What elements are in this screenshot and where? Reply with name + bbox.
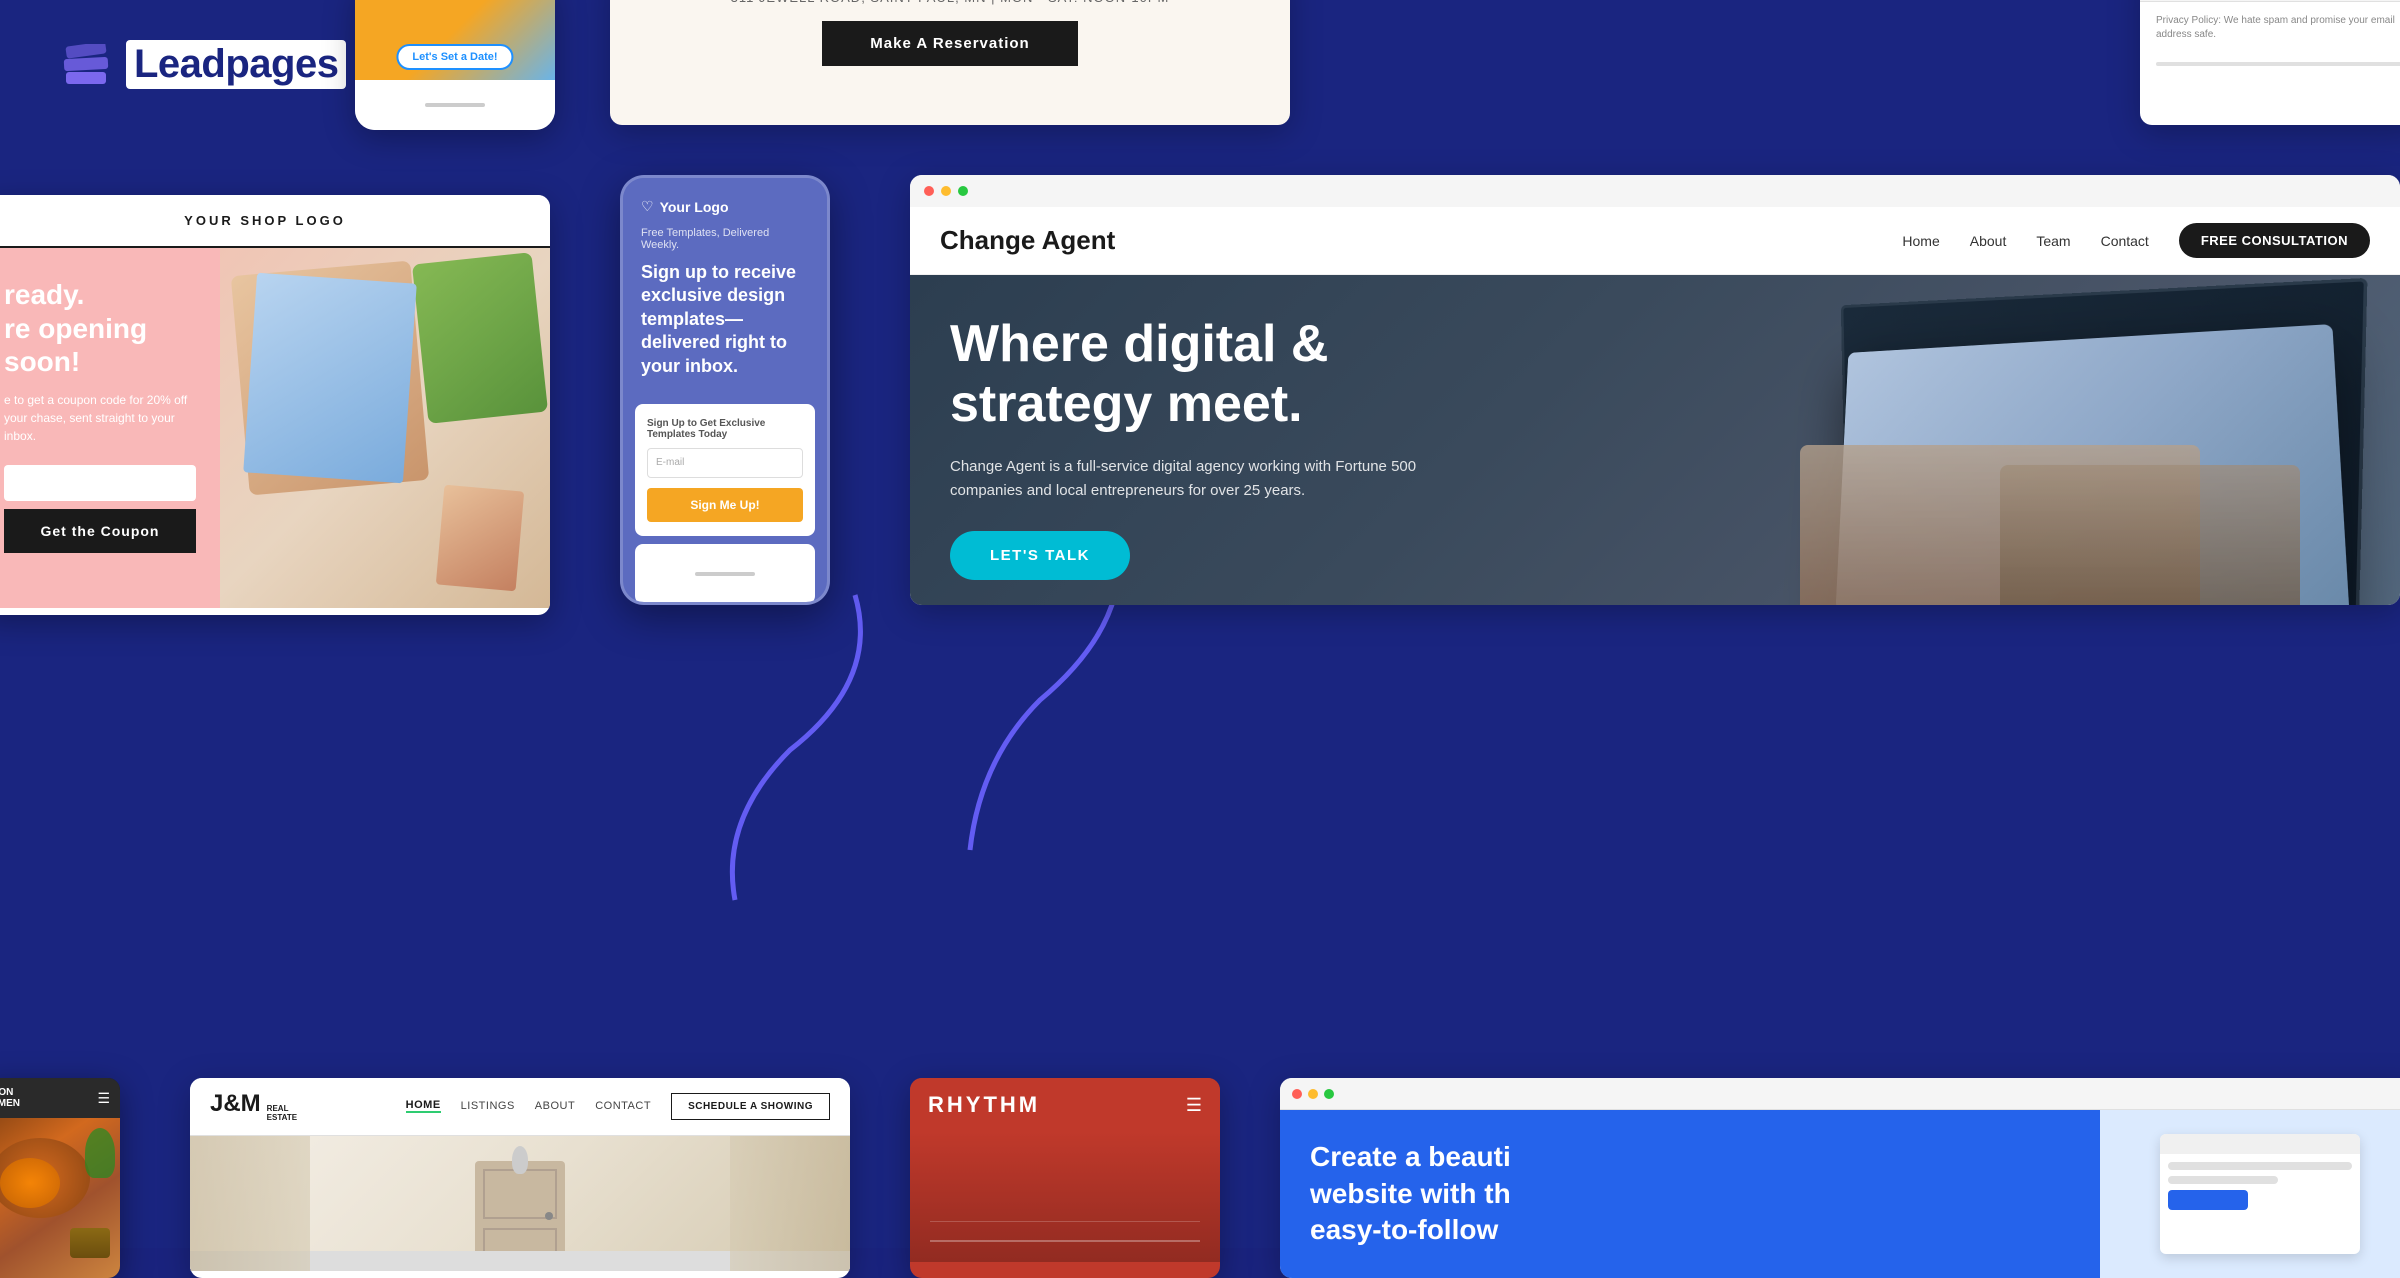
sign-me-up-button[interactable]: Sign Me Up! [647, 488, 803, 522]
nav-listings[interactable]: LISTINGS [461, 1100, 515, 1112]
mobile-dating-card: Let's Set a Date! [355, 0, 555, 130]
nav-home[interactable]: Home [1902, 233, 1939, 249]
get-coupon-button[interactable]: Get the Coupon [4, 509, 196, 553]
change-agent-headline: Where digital & strategy meet. [950, 315, 1450, 435]
food-card: MON OMEN ☰ [0, 1078, 120, 1278]
realestate-logo-jm: J&M [210, 1090, 261, 1118]
food-logo-line2: OMEN [0, 1098, 20, 1109]
logo-text: Leadpages [126, 40, 346, 89]
privacy-text: Privacy Policy: We hate spam and promise… [2156, 14, 2400, 42]
mobile-signup-card: ♡ Your Logo Free Templates, Delivered We… [620, 175, 830, 605]
website-builder-headline: Create a beauti website with th easy-to-… [1310, 1139, 2070, 1248]
nav-home[interactable]: HOME [406, 1099, 441, 1113]
food-logo-line1: MON [0, 1087, 20, 1098]
nav-contact[interactable]: Contact [2101, 233, 2149, 249]
nav-about[interactable]: ABOUT [535, 1100, 575, 1112]
nav-team[interactable]: Team [2036, 233, 2070, 249]
free-consultation-button[interactable]: FREE CONSULTATION [2179, 223, 2370, 258]
top-right-card: Privacy Policy: We hate spam and promise… [2140, 0, 2400, 125]
change-agent-description: Change Agent is a full-service digital a… [950, 455, 1450, 503]
rhythm-card: RHYTHM ☰ [910, 1078, 1220, 1278]
fashion-shop-card: YOUR SHOP LOGO ready. re opening soon! e… [0, 195, 550, 615]
coming-soon-text: ready. re opening soon! [4, 278, 196, 379]
reservation-button[interactable]: Make A Reservation [822, 21, 1077, 66]
email-input[interactable]: E-mail [647, 448, 803, 478]
lets-talk-button[interactable]: LET'S TALK [950, 531, 1130, 580]
realestate-logo: J&M REAL ESTATE [210, 1090, 297, 1123]
restaurant-card: 311 JEWELL ROAD, SAINT PAUL, MN | MON - … [610, 0, 1290, 125]
rhythm-menu-icon[interactable]: ☰ [1186, 1095, 1202, 1116]
realestate-nav: HOME LISTINGS ABOUT CONTACT SCHEDULE A S… [406, 1093, 830, 1120]
change-agent-logo: Change Agent [940, 225, 1115, 256]
nav-contact[interactable]: CONTACT [595, 1100, 651, 1112]
website-builder-card: Create a beauti website with th easy-to-… [1280, 1078, 2400, 1278]
leadpages-logo: Leadpages [60, 40, 346, 89]
rhythm-logo: RHYTHM [928, 1092, 1040, 1118]
signup-subtitle: Free Templates, Delivered Weekly. [641, 227, 809, 251]
shop-description: e to get a coupon code for 20% off your … [4, 391, 196, 445]
dating-cta-button[interactable]: Let's Set a Date! [396, 44, 513, 70]
nav-about[interactable]: About [1970, 233, 2007, 249]
form-label: Sign Up to Get Exclusive Templates Today [647, 418, 803, 440]
website-mockup [2160, 1134, 2360, 1254]
food-menu-icon[interactable]: ☰ [97, 1090, 110, 1107]
shop-logo: YOUR SHOP LOGO [0, 213, 532, 228]
realestate-card: J&M REAL ESTATE HOME LISTINGS ABOUT CONT… [190, 1078, 850, 1278]
signup-logo-name: Your Logo [660, 199, 729, 215]
change-agent-card: Change Agent Home About Team Contact FRE… [910, 175, 2400, 605]
signup-title: Sign up to receive exclusive design temp… [641, 261, 809, 378]
schedule-showing-button[interactable]: SCHEDULE A SHOWING [671, 1093, 830, 1120]
change-agent-nav: Home About Team Contact FREE CONSULTATIO… [1902, 223, 2370, 258]
restaurant-address: 311 JEWELL ROAD, SAINT PAUL, MN | MON - … [630, 0, 1270, 5]
heart-icon: ♡ [641, 198, 654, 215]
